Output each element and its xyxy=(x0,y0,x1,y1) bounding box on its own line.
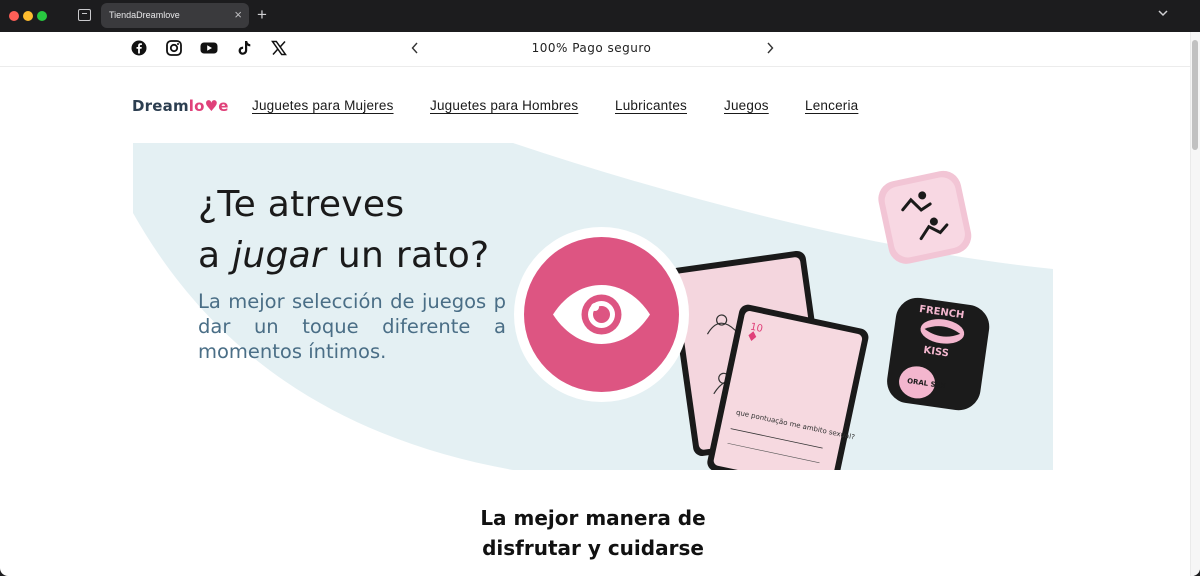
chevron-right-icon[interactable] xyxy=(763,39,777,57)
minimize-window-button[interactable] xyxy=(23,11,33,21)
instagram-icon[interactable] xyxy=(166,40,184,58)
announcement-text: 100% Pago seguro xyxy=(531,41,652,55)
logo-main: Dream xyxy=(132,97,189,115)
page-viewport: 100% Pago seguro Dreamlo♥e Juguetes para… xyxy=(0,32,1200,576)
logo-end: e xyxy=(218,97,229,115)
hero-title-line-2: a jugar un rato? xyxy=(198,235,490,276)
chevron-down-icon[interactable] xyxy=(1156,6,1170,20)
tab-overview-icon[interactable] xyxy=(78,9,91,21)
section-title-line-2: disfrutar y cuidarse xyxy=(482,536,704,560)
youtube-icon[interactable] xyxy=(200,40,218,58)
nav-lubricantes[interactable]: Lubricantes xyxy=(615,98,687,113)
hero-title-line-1: ¿Te atreves xyxy=(198,184,405,225)
top-bar: 100% Pago seguro xyxy=(0,32,1190,67)
nav-juguetes-mujeres[interactable]: Juguetes para Mujeres xyxy=(252,98,394,113)
scrollbar-thumb[interactable] xyxy=(1192,40,1198,150)
browser-tab[interactable]: TiendaDreamlove × xyxy=(101,3,249,28)
nav-lenceria[interactable]: Lenceria xyxy=(805,98,858,113)
logo[interactable]: Dreamlo♥e xyxy=(132,97,229,115)
tab-title: TiendaDreamlove xyxy=(109,10,180,20)
hero-banner[interactable]: ¿Te atreves a jugar un rato? La mejor se… xyxy=(133,143,1053,470)
eye-icon xyxy=(553,285,650,344)
nav-juegos[interactable]: Juegos xyxy=(724,98,769,113)
x-icon[interactable] xyxy=(271,40,289,58)
view-eye-button[interactable] xyxy=(514,227,689,402)
nav-juguetes-hombres[interactable]: Juguetes para Hombres xyxy=(430,98,578,113)
browser-chrome: TiendaDreamlove × + xyxy=(0,0,1200,32)
facebook-icon[interactable] xyxy=(131,40,149,58)
page-scrollbar[interactable] xyxy=(1190,32,1200,576)
logo-accent: lo xyxy=(188,97,205,115)
tiktok-icon[interactable] xyxy=(236,40,254,58)
hero-subtitle: La mejor selección de juegos p dar un to… xyxy=(198,290,506,363)
heart-icon: ♥ xyxy=(204,97,219,115)
tab-close-icon[interactable]: × xyxy=(234,7,242,23)
hero-title-emphasis: jugar xyxy=(232,235,327,276)
close-window-button[interactable] xyxy=(9,11,19,21)
maximize-window-button[interactable] xyxy=(37,11,47,21)
section-title-line-1: La mejor manera de xyxy=(480,506,706,530)
new-tab-button[interactable]: + xyxy=(257,5,267,25)
